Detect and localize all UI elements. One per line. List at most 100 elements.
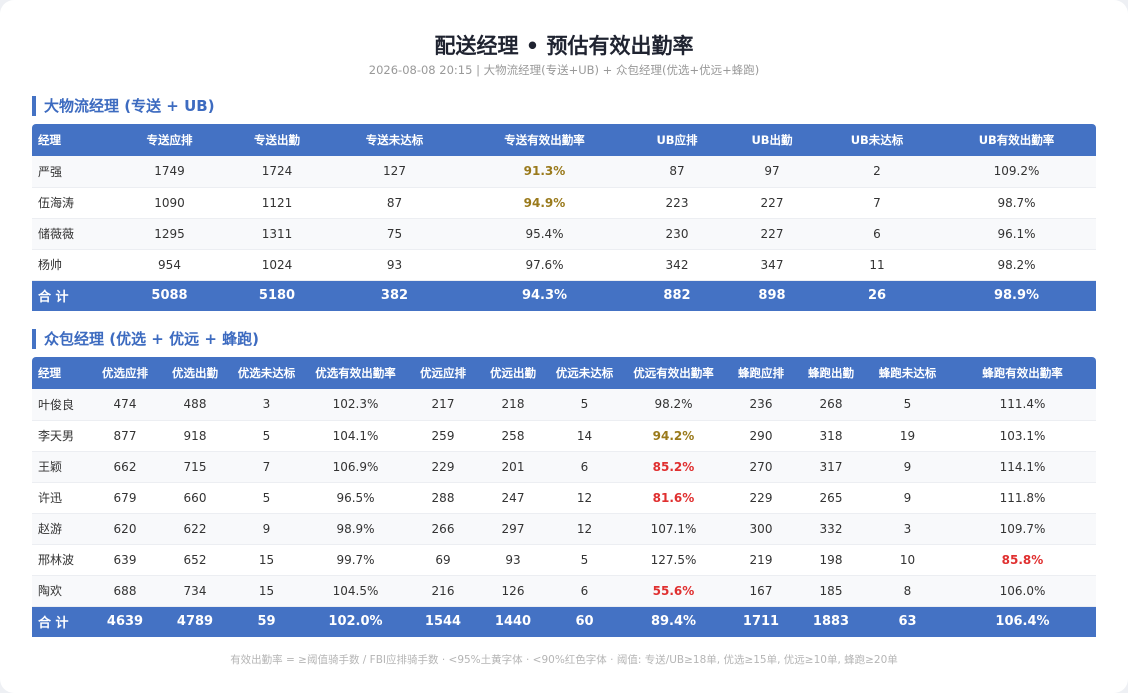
manager-name-cell: 储薇薇 xyxy=(32,218,112,250)
manager-name-cell: 王颖 xyxy=(32,451,90,483)
table-cell: 223 xyxy=(627,187,727,219)
table-row: 陶欢 688 734 15 104.5% 216 126 6 55.6% 167 185 8 106.0… xyxy=(32,575,1096,607)
total-cell: 63 xyxy=(866,606,949,637)
table-cell: 5 xyxy=(230,420,303,452)
table-cell: 111.8% xyxy=(949,482,1096,514)
column-header: 优远有效出勤率 xyxy=(621,357,726,389)
total-cell: 898 xyxy=(727,280,817,311)
table-row: 王颖 662 715 7 106.9% 229 201 6 85.2% 270 317 9 114.1% xyxy=(32,451,1096,483)
table-cell: 198 xyxy=(796,544,866,576)
total-cell: 882 xyxy=(627,280,727,311)
total-label-cell: 合 计 xyxy=(32,606,90,637)
table-cell: 219 xyxy=(726,544,796,576)
table-cell: 102.3% xyxy=(303,389,408,421)
total-row: 合 计 4639 4789 59 102.0% 1544 1440 60 89.4% 1711 18… xyxy=(32,606,1096,637)
table-cell: 127 xyxy=(327,156,462,188)
column-header: 经理 xyxy=(32,357,90,389)
column-header: 优远未达标 xyxy=(548,357,621,389)
table-row: 伍海涛 1090 1121 87 94.9% 223 227 7 98.7% xyxy=(32,187,1096,219)
table-cell: 11 xyxy=(817,249,937,281)
table-cell: 217 xyxy=(408,389,478,421)
table-cell: 265 xyxy=(796,482,866,514)
table-cell: 1295 xyxy=(112,218,227,250)
table-cell: 1311 xyxy=(227,218,327,250)
table-cell: 3 xyxy=(866,513,949,545)
table-cell: 69 xyxy=(408,544,478,576)
table-cell: 9 xyxy=(866,482,949,514)
table-cell: 662 xyxy=(90,451,160,483)
section-title-crowdsource: 众包经理 (优选 + 优远 + 蜂跑) xyxy=(32,329,259,349)
column-header: 经理 xyxy=(32,124,112,156)
table-cell: 266 xyxy=(408,513,478,545)
table-header-row: 经理 专送应排 专送出勤 专送未达标 专送有效出勤率 UB应排 UB出勤 UB未达标 UB有效出… xyxy=(32,124,1096,156)
table-cell: 332 xyxy=(796,513,866,545)
total-cell: 1711 xyxy=(726,606,796,637)
table-cell: 93 xyxy=(478,544,548,576)
table-cell: 14 xyxy=(548,420,621,452)
total-cell: 5088 xyxy=(112,280,227,311)
table-cell: 488 xyxy=(160,389,230,421)
table-cell: 6 xyxy=(548,575,621,607)
table-cell: 347 xyxy=(727,249,817,281)
table-cell: 247 xyxy=(478,482,548,514)
table-cell: 660 xyxy=(160,482,230,514)
table-cell: 75 xyxy=(327,218,462,250)
table-cell: 639 xyxy=(90,544,160,576)
table-cell: 620 xyxy=(90,513,160,545)
total-cell: 60 xyxy=(548,606,621,637)
table-cell: 127.5% xyxy=(621,544,726,576)
page-subtitle: 2026-08-08 20:15 | 大物流经理(专送+UB) + 众包经理(优… xyxy=(368,63,760,77)
column-header: 专送出勤 xyxy=(227,124,327,156)
table-cell: 258 xyxy=(478,420,548,452)
column-header: 蜂跑出勤 xyxy=(796,357,866,389)
total-cell: 382 xyxy=(327,280,462,311)
table-cell: 6 xyxy=(548,451,621,483)
table-cell: 126 xyxy=(478,575,548,607)
table-cell: 342 xyxy=(627,249,727,281)
total-cell: 5180 xyxy=(227,280,327,311)
table-cell: 98.2% xyxy=(621,389,726,421)
column-header: 蜂跑应排 xyxy=(726,357,796,389)
table-cell: 288 xyxy=(408,482,478,514)
total-label-cell: 合 计 xyxy=(32,280,112,311)
total-row: 合 计 5088 5180 382 94.3% 882 898 26 98.9% xyxy=(32,280,1096,311)
footer-note: 有效出勤率 = ≥阈值骑手数 / FBI应排骑手数 · <95%土黄字体 · <… xyxy=(230,654,898,666)
table-cell: 954 xyxy=(112,249,227,281)
table-cell: 97.6% xyxy=(462,249,627,281)
table-cell: 185 xyxy=(796,575,866,607)
table-cell: 679 xyxy=(90,482,160,514)
table-cell: 3 xyxy=(230,389,303,421)
table-cell: 259 xyxy=(408,420,478,452)
column-header: 优选未达标 xyxy=(230,357,303,389)
table-cell: 227 xyxy=(727,218,817,250)
table-row: 储薇薇 1295 1311 75 95.4% 230 227 6 96.1% xyxy=(32,218,1096,250)
table-cell: 87 xyxy=(627,156,727,188)
column-header: 蜂跑未达标 xyxy=(866,357,949,389)
table-cell: 297 xyxy=(478,513,548,545)
column-header: 优远应排 xyxy=(408,357,478,389)
table-row: 杨帅 954 1024 93 97.6% 342 347 11 98.2% xyxy=(32,249,1096,281)
table-cell: 97 xyxy=(727,156,817,188)
total-cell: 102.0% xyxy=(303,606,408,637)
table-cell: 15 xyxy=(230,575,303,607)
table-cell: 12 xyxy=(548,482,621,514)
table-cell: 98.2% xyxy=(937,249,1096,281)
table-cell: 688 xyxy=(90,575,160,607)
table-cell: 85.2% xyxy=(621,451,726,483)
table-cell: 6 xyxy=(817,218,937,250)
table-cell: 19 xyxy=(866,420,949,452)
table-cell: 622 xyxy=(160,513,230,545)
column-header: UB有效出勤率 xyxy=(937,124,1096,156)
total-cell: 89.4% xyxy=(621,606,726,637)
table-cell: 230 xyxy=(627,218,727,250)
table-header-row: 经理 优选应排 优选出勤 优选未达标 优选有效出勤率 优远应排 优远出勤 优远未达标 优远有效出… xyxy=(32,357,1096,389)
table-cell: 114.1% xyxy=(949,451,1096,483)
table-cell: 218 xyxy=(478,389,548,421)
table-cell: 55.6% xyxy=(621,575,726,607)
table-row: 叶俊良 474 488 3 102.3% 217 218 5 98.2% 236 268 5 111.4… xyxy=(32,389,1096,421)
table-cell: 81.6% xyxy=(621,482,726,514)
table-cell: 1749 xyxy=(112,156,227,188)
column-header: UB未达标 xyxy=(817,124,937,156)
table-cell: 5 xyxy=(230,482,303,514)
table-row: 邢林波 639 652 15 99.7% 69 93 5 127.5% 219 198 10 85.8% xyxy=(32,544,1096,576)
